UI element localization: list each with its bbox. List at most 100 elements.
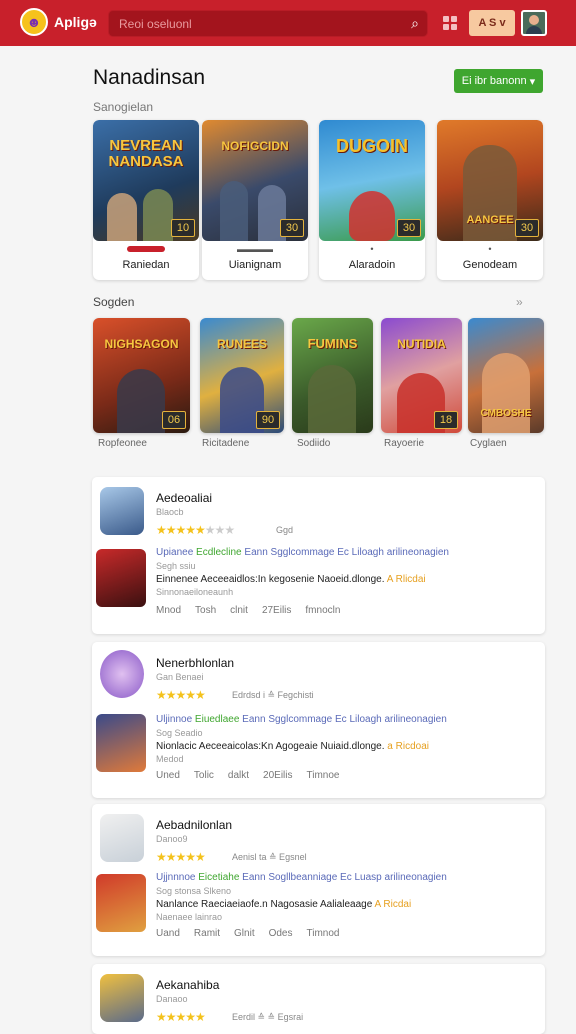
list-item[interactable]: Aedeoaliai Blaocb ★★★★★★★★ Ggd Upianee E…	[92, 477, 545, 634]
card-title: Uianignam	[228, 259, 282, 271]
rating-badge: 18	[434, 411, 458, 429]
game-thumbnail[interactable]	[96, 874, 146, 932]
app-title[interactable]: Aebadnilonlan	[156, 818, 232, 832]
description-text: Nanlance Raeciaeiaofe.n Nagosasie Aalial…	[156, 899, 412, 910]
primary-action-label: Ei ibr banonn	[461, 75, 527, 87]
description-heading[interactable]: Uljinnoe Eiuedlaee Eann Sgglcommage Ec L…	[156, 714, 447, 725]
game-card-title[interactable]: Ropfeonee	[98, 438, 147, 449]
item-meta: Uand Ramit Glnit Odes Timnod	[156, 928, 340, 939]
description-heading[interactable]: Upianee Ecdlecline Eann Sgglcommage Ec L…	[156, 547, 449, 558]
game-card[interactable]: CMBOSHE	[468, 318, 544, 433]
description-note: Naenaee lainrao	[156, 912, 223, 922]
cover-title: NUTIDIA	[397, 337, 446, 351]
language-selector[interactable]: A S v	[469, 10, 515, 36]
game-card[interactable]: NUTIDIA 18	[381, 318, 462, 433]
star-icon: ★★★★★	[156, 1010, 206, 1024]
game-card[interactable]: NIGHSAGON 06	[93, 318, 190, 433]
chevron-down-icon: v	[499, 17, 506, 29]
cover-title: RUNEES	[216, 337, 267, 351]
featured-card[interactable]: AANGEE 30 • Genodeam	[437, 120, 543, 280]
cover-title: NEVREAN NANDASA	[108, 137, 184, 170]
cover-title: CMBOSHE	[480, 408, 532, 419]
rating-extra: Edrdsd i ≙ Fegchisti	[232, 690, 314, 700]
game-cover-image: NOFIGCIDN 30	[202, 120, 308, 241]
card-title: Raniedan	[122, 259, 170, 271]
rating-extra: Eerdil ≙ ≙ Egsrai	[232, 1012, 304, 1022]
item-meta: Mnod Tosh clnit 27Eilis fmnocln	[156, 605, 341, 616]
rating-badge: 30	[515, 219, 539, 237]
avatar[interactable]	[521, 10, 547, 36]
game-card-title[interactable]: Rayoerie	[384, 438, 424, 449]
card-subtitle	[93, 244, 199, 254]
list-item[interactable]: Aebadnilonlan Danoo9 ★★★★★ Aenisl ta ≙ E…	[92, 804, 545, 956]
top-bar: ☻ Apligə Reoi oseluonl ⌕ A S v	[0, 0, 576, 46]
game-card-title[interactable]: Cyglaen	[470, 438, 507, 449]
app-logo-icon[interactable]: ☻	[20, 8, 48, 36]
card-title: Alaradoin	[348, 259, 396, 271]
primary-action-button[interactable]: Ei ibr banonn ▾	[454, 69, 543, 93]
app-title[interactable]: Nenerbhlonlan	[156, 656, 234, 670]
app-subtitle: Blaocb	[156, 507, 184, 517]
game-thumbnail[interactable]	[96, 549, 146, 607]
chevron-down-icon: ▾	[529, 75, 536, 88]
app-subtitle: Gan Benaei	[156, 672, 204, 682]
app-icon	[100, 814, 144, 862]
description-text: Einnenee Aeceeaidlos:In kegosenie Naoeid…	[156, 574, 426, 585]
rating-extra: Aenisl ta ≙ Egsnel	[232, 852, 307, 862]
cover-title: DUGOIN	[336, 136, 408, 156]
card-title: Genodeam	[462, 259, 518, 271]
game-thumbnail[interactable]	[96, 714, 146, 772]
star-icon: ★★★★★	[156, 850, 206, 864]
section-title-featured: Sanogielan	[93, 100, 154, 114]
star-icon: ★★★★★	[156, 688, 206, 702]
card-subtitle: ▬▬▬▬	[237, 244, 273, 254]
game-cover-image: DUGOIN 30	[319, 120, 425, 241]
app-icon	[100, 487, 144, 535]
cover-title: NIGHSAGON	[104, 337, 179, 351]
game-cover-image: NEVREAN NANDASA 10	[93, 120, 199, 241]
app-subtitle: Danoo9	[156, 834, 188, 844]
more-arrow-icon[interactable]: »	[516, 295, 523, 309]
description-note: Medod	[156, 754, 184, 764]
star-icon: ★★★★★★★★	[156, 523, 235, 537]
game-card[interactable]: FUMINS	[292, 318, 373, 433]
item-meta: Uned Tolic dalkt 20Eilis Timnoe	[156, 770, 340, 781]
list-item[interactable]: Nenerbhlonlan Gan Benaei ★★★★★ Edrdsd i …	[92, 642, 545, 798]
app-title[interactable]: Aedeoaliai	[156, 491, 212, 505]
rating-badge: 10	[171, 219, 195, 237]
rating-badge: 30	[397, 219, 421, 237]
description-note: Sinnonaeiloneaunh	[156, 587, 234, 597]
search-input[interactable]: Reoi oseluonl ⌕	[108, 10, 428, 37]
rating-badge: 30	[280, 219, 304, 237]
app-name[interactable]: Apligə	[54, 14, 97, 30]
app-icon	[100, 974, 144, 1022]
description-heading[interactable]: Ujjnnnoe Eicetiahe Eann Sogllbeanniage E…	[156, 872, 447, 883]
grid-icon[interactable]	[443, 16, 457, 30]
page-title: Nanadinsan	[93, 66, 206, 89]
language-label: A S	[478, 17, 497, 29]
rating-extra: Ggd	[276, 525, 294, 535]
app-title[interactable]: Aekanahiba	[156, 978, 219, 992]
description-sub: Segh ssiu	[156, 561, 196, 571]
featured-card[interactable]: NOFIGCIDN 30 ▬▬▬▬ Uianignam	[202, 120, 308, 280]
cover-title: NOFIGCIDN	[221, 139, 289, 153]
app-icon	[100, 650, 144, 698]
rating-badge: 90	[256, 411, 280, 429]
game-card[interactable]: RUNEES 90	[200, 318, 284, 433]
search-placeholder: Reoi oseluonl	[119, 17, 192, 31]
description-sub: Sog Seadio	[156, 728, 203, 738]
card-subtitle: •	[370, 244, 374, 254]
featured-card[interactable]: NEVREAN NANDASA 10 Raniedan	[93, 120, 199, 280]
search-icon[interactable]: ⌕	[411, 15, 419, 32]
cover-title: FUMINS	[307, 336, 358, 351]
rating-badge: 06	[162, 411, 186, 429]
section-title-row: Sogden	[93, 295, 135, 309]
featured-card[interactable]: DUGOIN 30 • Alaradoin	[319, 120, 425, 280]
card-subtitle: •	[488, 244, 492, 254]
game-card-title[interactable]: Ricitadene	[202, 438, 249, 449]
description-sub: Sog stonsa Slkeno	[156, 886, 232, 896]
app-subtitle: Danaoo	[156, 994, 188, 1004]
game-card-title[interactable]: Sodiido	[297, 438, 330, 449]
game-cover-image: AANGEE 30	[437, 120, 543, 241]
description-text: Nionlacic Aeceeaicolas:Kn Agogeaie Nuiai…	[156, 741, 429, 752]
